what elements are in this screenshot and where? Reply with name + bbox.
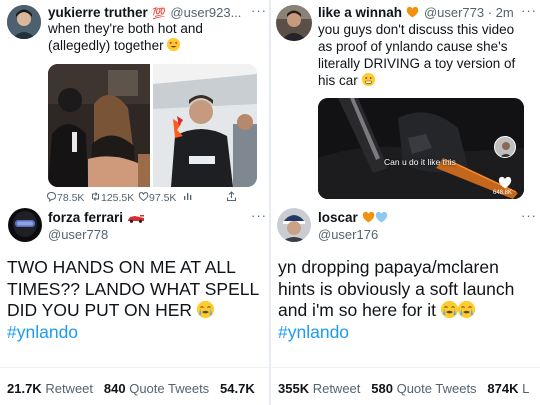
- tweet-like-a-winnah[interactable]: like a winnah @user773 · 2m ··· you guys…: [270, 0, 540, 205]
- display-name[interactable]: like a winnah: [318, 5, 402, 20]
- divider: [0, 367, 270, 368]
- media-photo-right[interactable]: [153, 64, 257, 187]
- orange-heart-icon: [363, 211, 375, 223]
- crying-emoji-icon: [457, 301, 475, 318]
- video-like-icon[interactable]: [498, 176, 512, 189]
- user-handle[interactable]: @user923...: [170, 5, 241, 20]
- video-caption: Can u do it like this: [384, 157, 456, 167]
- user-handle[interactable]: @user778: [48, 227, 108, 242]
- hashtag-link[interactable]: #ynlando: [278, 322, 540, 344]
- avatar-image-icon: [276, 5, 312, 41]
- analytics-icon: [184, 193, 192, 200]
- reply-icon: [46, 191, 57, 203]
- column-divider: [269, 0, 271, 405]
- user-handle[interactable]: @user176: [318, 227, 378, 242]
- crying-emoji-icon: [440, 301, 458, 318]
- more-options-icon[interactable]: ···: [521, 3, 537, 18]
- tweet-action-bar: 78.5K 125.5K 97.5K: [46, 191, 260, 205]
- tweet-stats: 355K Retweet 580 Quote Tweets 874K L: [278, 381, 529, 396]
- retweet-button[interactable]: 125.5K: [90, 191, 134, 204]
- tweet-stats: 21.7K Retweet 840 Quote Tweets 54.7K: [7, 381, 255, 396]
- heart-eyes-emoji-icon: [167, 38, 181, 51]
- hundred-badge-icon: 💯: [152, 8, 166, 20]
- avatar-image-icon: [277, 208, 311, 242]
- reply-button[interactable]: 78.5K: [46, 191, 84, 204]
- share-icon: [227, 191, 236, 201]
- retweet-count[interactable]: 355K Retweet: [278, 381, 360, 396]
- more-options-icon[interactable]: ···: [251, 3, 267, 18]
- divider: [270, 367, 540, 368]
- media-photo-left[interactable]: [48, 64, 150, 187]
- heart-icon: [138, 192, 149, 202]
- retweet-count[interactable]: 21.7K Retweet: [7, 381, 93, 396]
- avatar[interactable]: [277, 208, 311, 242]
- avatar[interactable]: [7, 5, 41, 39]
- tweet-text: when they're both hot and (allegedly) to…: [48, 21, 203, 53]
- like-count[interactable]: 874K L: [487, 381, 529, 396]
- crying-emoji-icon: [196, 301, 214, 318]
- tweet-media-grid[interactable]: [48, 64, 257, 187]
- video-thumbnail-icon: [318, 98, 524, 199]
- avatar[interactable]: [8, 208, 42, 242]
- video-creator-avatar[interactable]: [494, 136, 516, 158]
- photo-driver-icon: [153, 64, 257, 187]
- blue-heart-icon: [376, 211, 388, 223]
- display-name[interactable]: forza ferrari: [48, 210, 123, 225]
- tweet-yukierre[interactable]: yukierre truther 💯 @user923... ··· when …: [0, 0, 270, 205]
- grimacing-emoji-icon: [361, 73, 375, 86]
- share-button[interactable]: [226, 191, 237, 205]
- tweet-text: yn dropping papaya/mclaren hints is obvi…: [278, 257, 540, 343]
- retweet-icon: [92, 192, 99, 201]
- display-name[interactable]: yukierre truther: [48, 5, 148, 20]
- tweet-text: you guys don't discuss this video as pro…: [318, 22, 516, 88]
- avatar-image-icon: [7, 5, 41, 39]
- orange-heart-icon: [407, 6, 419, 18]
- race-car-icon: [128, 215, 145, 223]
- photo-party-icon: [48, 64, 150, 187]
- user-handle[interactable]: @user773 · 2m: [424, 5, 514, 20]
- analytics-button[interactable]: [183, 191, 193, 204]
- tweet-forza-ferrari[interactable]: forza ferrari @user778 ··· TWO HANDS ON …: [0, 205, 270, 405]
- like-count[interactable]: 54.7K: [220, 381, 255, 396]
- hashtag-link[interactable]: #ynlando: [7, 322, 269, 344]
- avatar-image-icon: [8, 208, 42, 242]
- tweet-video[interactable]: Can u do it like this 648.8K: [318, 98, 524, 199]
- video-like-count: 648.8K: [493, 190, 513, 196]
- quote-count[interactable]: 840 Quote Tweets: [104, 381, 209, 396]
- tweet-text: TWO HANDS ON ME AT ALL TIMES?? LANDO WHA…: [7, 257, 269, 343]
- tweet-loscar[interactable]: loscar @user176 ··· yn dropping papaya/m…: [270, 205, 540, 405]
- display-name[interactable]: loscar: [318, 210, 358, 225]
- avatar[interactable]: [276, 5, 312, 41]
- more-options-icon[interactable]: ···: [521, 208, 537, 223]
- quote-count[interactable]: 580 Quote Tweets: [371, 381, 476, 396]
- like-button[interactable]: 97.5K: [138, 191, 176, 204]
- more-options-icon[interactable]: ···: [251, 208, 267, 223]
